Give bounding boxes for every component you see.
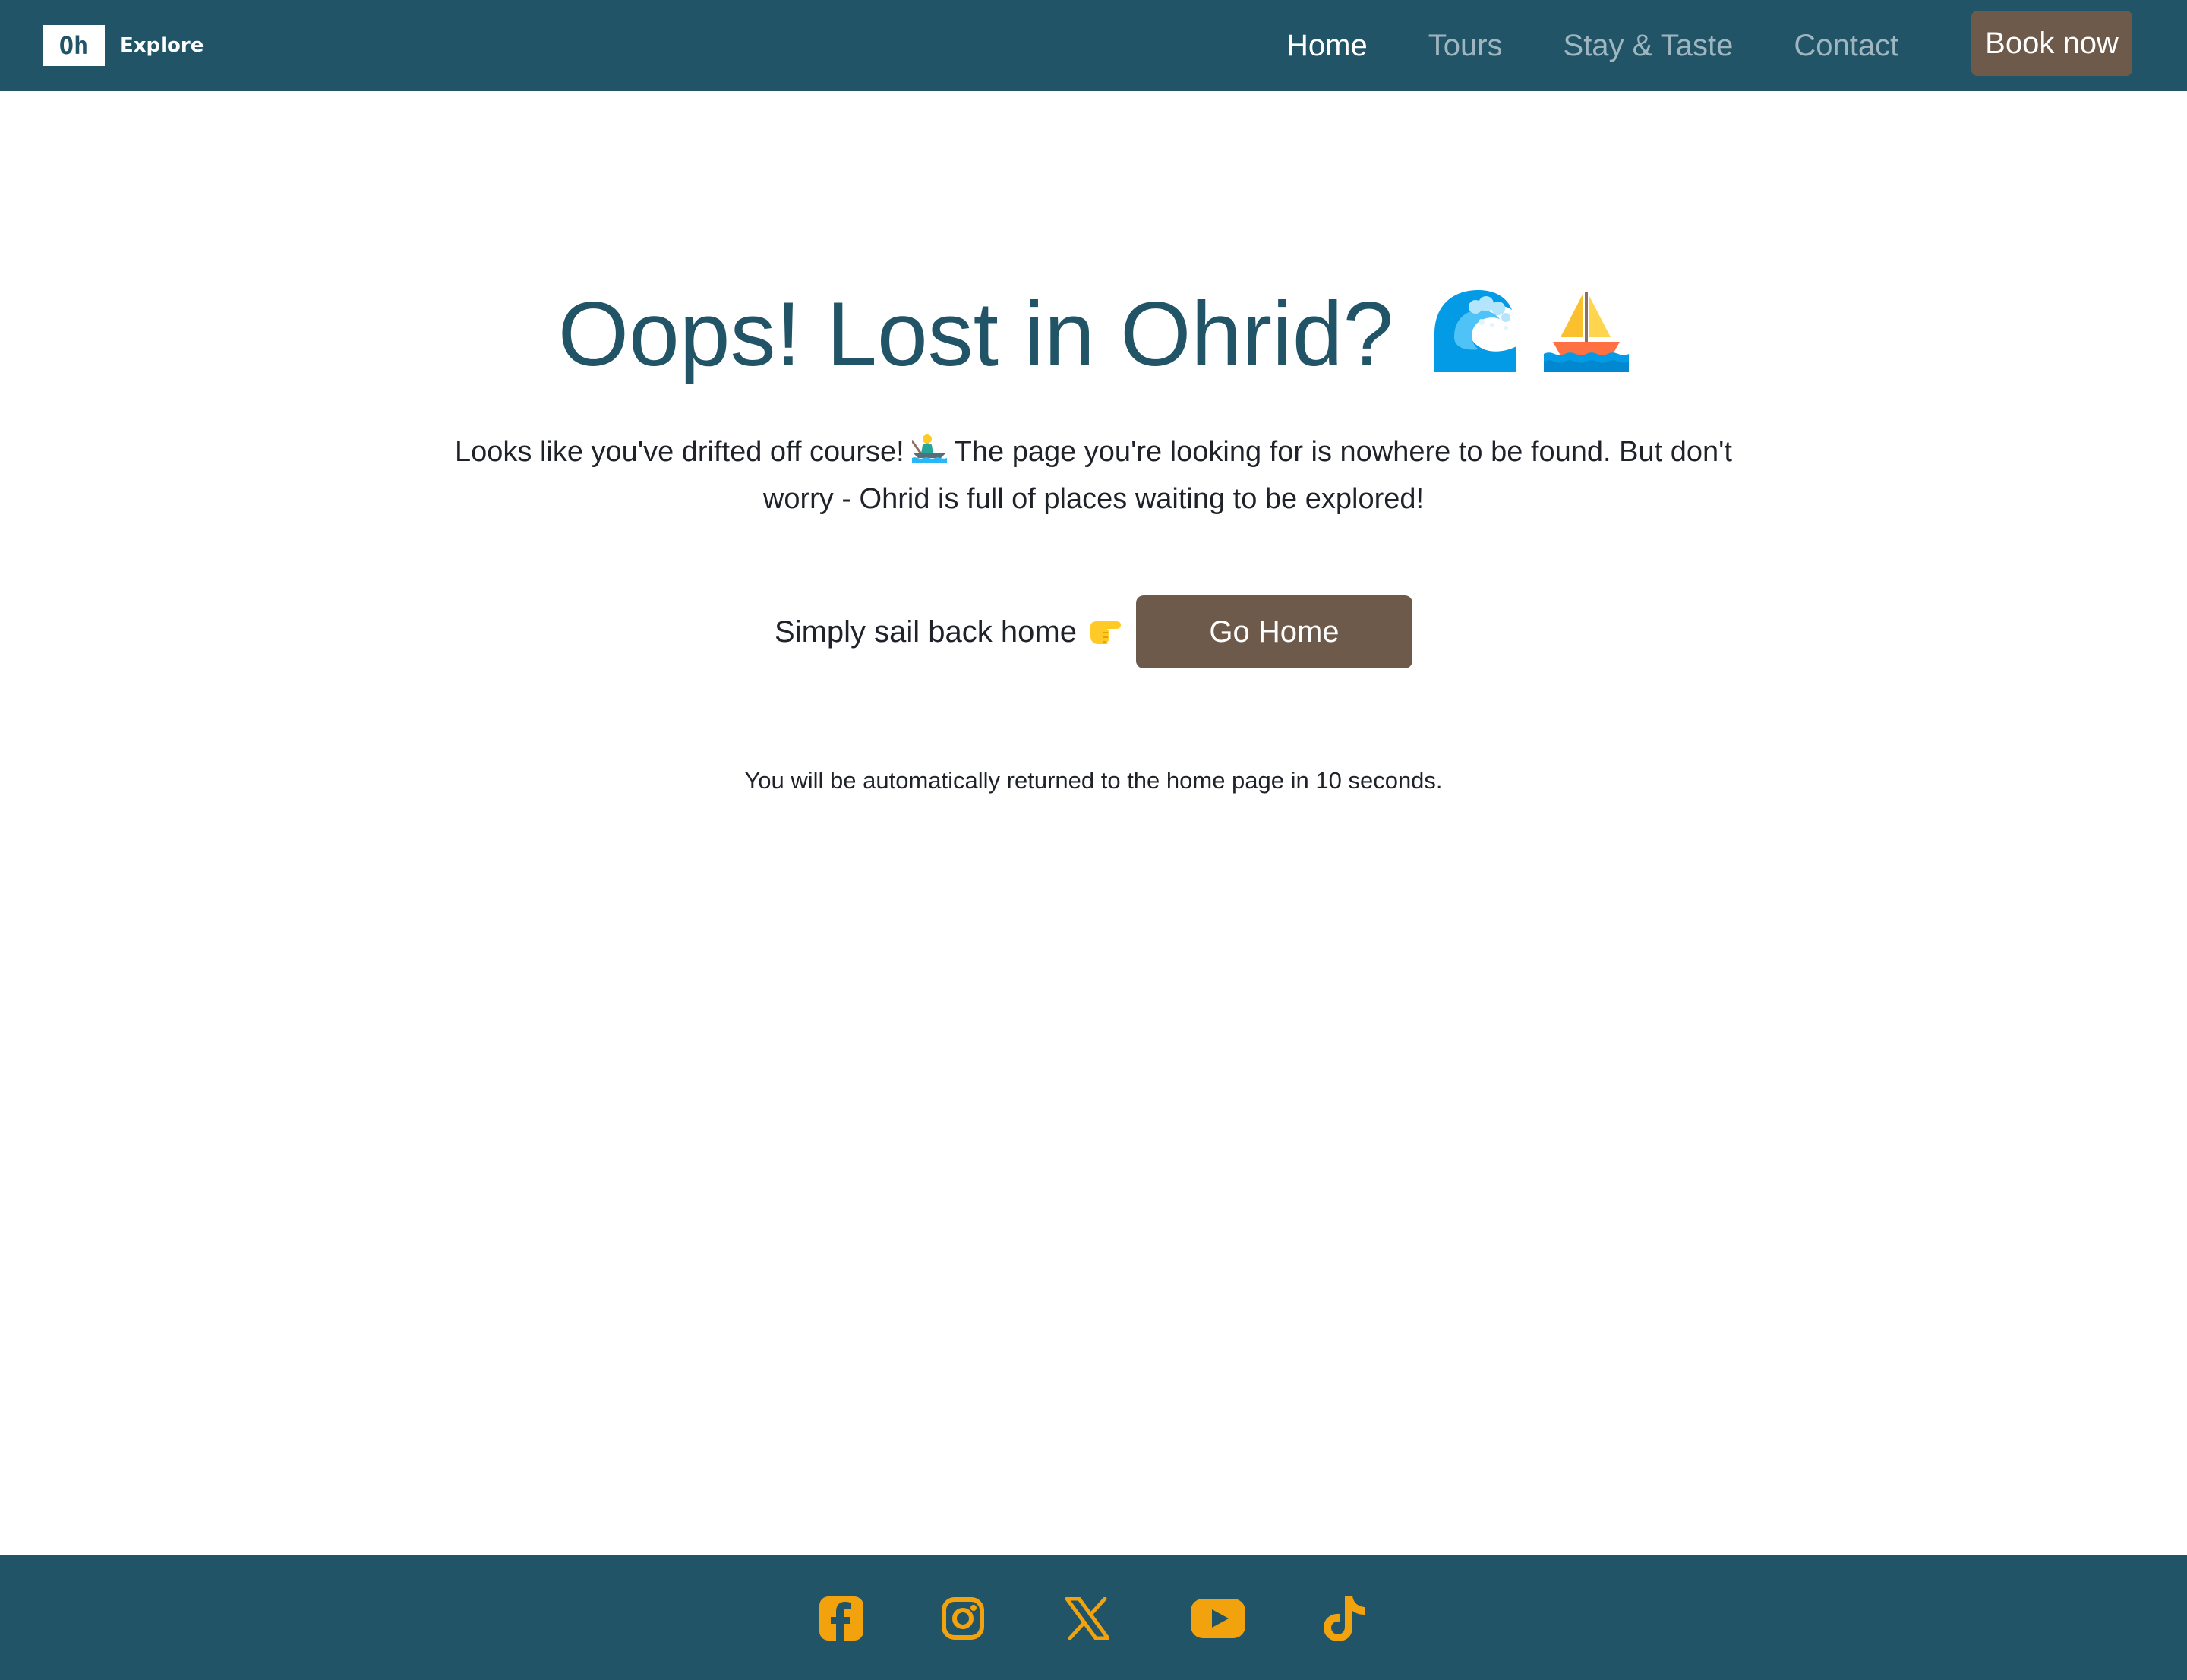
youtube-icon[interactable]	[1191, 1593, 1245, 1644]
description-part-2: The page you're looking for is nowhere t…	[762, 436, 1732, 515]
rowing-boat-icon	[910, 431, 947, 476]
go-home-button[interactable]: Go Home	[1135, 595, 1412, 668]
cta-text: Simply sail back home	[775, 614, 1077, 649]
navbar: Oh Explore Home Tours Stay & Taste Conta…	[0, 0, 2187, 91]
book-now-button[interactable]: Book now	[1971, 11, 2132, 76]
title-text: Oops! Lost in Ohrid?	[557, 283, 1394, 385]
main-nav: Home Tours Stay & Taste Contact	[1286, 0, 1959, 91]
social-links	[0, 1555, 2187, 1680]
instagram-icon[interactable]	[940, 1593, 986, 1644]
nav-stay-taste[interactable]: Stay & Taste	[1564, 29, 1734, 63]
page-title: Oops! Lost in Ohrid?	[0, 281, 2187, 394]
error-content: Oops! Lost in Ohrid? Looks like you've d…	[0, 91, 2187, 1555]
redirect-notice: You will be automatically returned to th…	[744, 767, 1443, 794]
footer	[0, 1555, 2187, 1680]
tiktok-icon[interactable]	[1321, 1593, 1367, 1644]
facebook-icon[interactable]	[819, 1593, 864, 1644]
logo[interactable]: Oh Explore	[43, 24, 204, 67]
nav-home[interactable]: Home	[1286, 29, 1368, 63]
sailboat-icon	[1544, 288, 1630, 394]
nav-tours[interactable]: Tours	[1428, 29, 1503, 63]
water-wave-icon	[1431, 288, 1517, 394]
pointing-right-icon	[1087, 615, 1122, 649]
error-description: Looks like you've drifted off course! Th…	[425, 429, 1762, 522]
logo-mark: Oh	[43, 25, 105, 66]
x-icon[interactable]	[1065, 1593, 1110, 1644]
cta-row: Simply sail back home Go Home	[0, 595, 2187, 668]
nav-contact[interactable]: Contact	[1794, 29, 1898, 63]
logo-text: Explore	[120, 34, 204, 57]
description-part-1: Looks like you've drifted off course!	[455, 436, 904, 468]
